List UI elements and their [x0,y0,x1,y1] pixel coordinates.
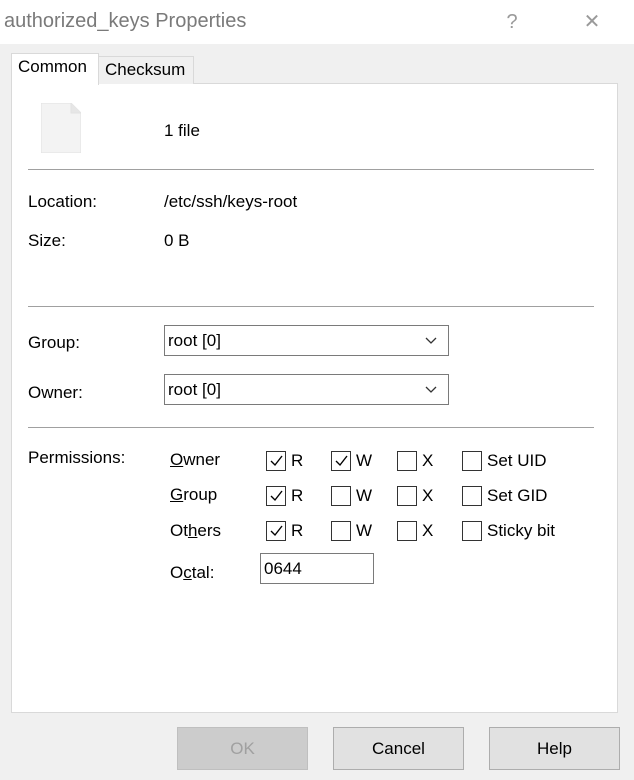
close-icon[interactable]: ✕ [572,8,612,36]
owner-read-checkbox[interactable] [266,451,286,471]
write-label: W [356,486,373,505]
others-write-checkbox[interactable] [331,521,351,541]
location-value: /etc/ssh/keys-root [164,192,298,211]
location-label: Location: [28,192,97,211]
perm-row-group-label: Group [170,485,218,504]
perm-row-others-label: Others [170,521,222,540]
ok-button[interactable]: OK [177,727,308,770]
group-write-checkbox[interactable] [331,486,351,506]
permissions-label: Permissions: [28,448,126,467]
set-uid-checkbox[interactable] [462,451,482,471]
file-icon [40,102,82,154]
file-count: 1 file [164,121,200,140]
owner-label: Owner: [28,383,83,402]
tab-common[interactable]: Common [11,53,99,85]
owner-select-value: root [0] [168,380,221,399]
group-select-value: root [0] [168,331,221,350]
sticky-bit-label: Sticky bit [487,521,556,540]
group-read-checkbox[interactable] [266,486,286,506]
perm-row-owner-label: Owner [170,450,221,469]
sticky-bit-checkbox[interactable] [462,521,482,541]
write-label: W [356,451,373,470]
execute-label: X [422,451,434,470]
help-icon[interactable]: ? [492,8,532,36]
window-title: authorized_keys Properties [4,10,247,32]
owner-write-checkbox[interactable] [331,451,351,471]
separator [28,169,594,170]
read-label: R [291,486,304,505]
group-select[interactable]: root [0] [164,325,449,356]
set-gid-label: Set GID [487,486,548,505]
write-label: W [356,521,373,540]
separator [28,427,594,428]
set-uid-label: Set UID [487,451,547,470]
chevron-down-icon [424,326,438,355]
tab-checksum[interactable]: Checksum [98,56,194,84]
execute-label: X [422,521,434,540]
read-label: R [291,451,304,470]
help-button[interactable]: Help [489,727,620,770]
others-read-checkbox[interactable] [266,521,286,541]
group-label: Group: [28,333,80,352]
owner-select[interactable]: root [0] [164,374,449,405]
read-label: R [291,521,304,540]
set-gid-checkbox[interactable] [462,486,482,506]
size-label: Size: [28,231,66,250]
others-execute-checkbox[interactable] [397,521,417,541]
size-value: 0 B [164,231,190,250]
cancel-button[interactable]: Cancel [333,727,464,770]
separator [28,306,594,307]
title-bar: authorized_keys Properties ? ✕ [0,0,634,44]
group-execute-checkbox[interactable] [397,486,417,506]
octal-input[interactable]: 0644 [260,553,374,584]
execute-label: X [422,486,434,505]
owner-execute-checkbox[interactable] [397,451,417,471]
octal-label: Octal: [170,563,215,582]
chevron-down-icon [424,375,438,404]
